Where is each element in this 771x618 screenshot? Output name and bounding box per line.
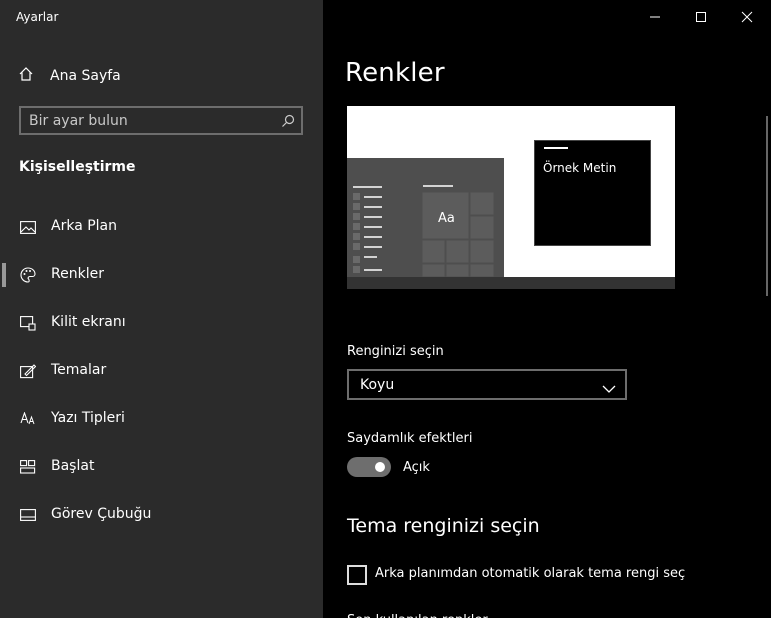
maximize-icon	[695, 8, 707, 27]
sidebar-item-yazi-tipleri[interactable]: Yazı Tipleri	[0, 399, 323, 439]
scrollbar[interactable]	[766, 116, 768, 296]
auto-accent-label: Arka planımdan otomatik olarak tema reng…	[375, 566, 686, 581]
sidebar: Ayarlar Ana Sayfa Kişiselleştirme Arka P…	[0, 0, 323, 618]
sample-window: Örnek Metin	[534, 140, 651, 246]
sidebar-item-label: Kilit ekranı	[51, 314, 126, 330]
close-icon	[741, 8, 753, 27]
minimize-button[interactable]	[632, 0, 678, 34]
search-input[interactable]	[29, 112, 274, 130]
auto-accent-checkbox[interactable]	[347, 565, 367, 585]
dropdown-value: Koyu	[360, 377, 395, 393]
image-icon	[19, 219, 37, 235]
theme-preview: Aa Örnek Metin	[347, 106, 675, 289]
sidebar-item-label: Başlat	[51, 458, 95, 474]
start-icon	[19, 459, 37, 475]
sidebar-item-label: Yazı Tipleri	[51, 410, 125, 426]
sidebar-item-label: Temalar	[51, 362, 107, 378]
sidebar-item-temalar[interactable]: Temalar	[0, 351, 323, 391]
sidebar-item-renkler[interactable]: Renkler	[0, 255, 323, 295]
taskbar-preview	[347, 277, 675, 289]
toggle-knob	[375, 462, 385, 472]
app-title: Ayarlar	[16, 10, 59, 24]
home-icon	[18, 66, 34, 86]
chevron-down-icon	[602, 379, 616, 393]
fonts-icon	[19, 411, 37, 427]
sidebar-item-arka-plan[interactable]: Arka Plan	[0, 207, 323, 247]
sample-text: Örnek Metin	[543, 161, 617, 175]
search-box[interactable]	[19, 106, 303, 135]
section-title: Kişiselleştirme	[19, 159, 136, 175]
sidebar-item-kilit-ekrani[interactable]: Kilit ekranı	[0, 303, 323, 343]
sidebar-item-label: Arka Plan	[51, 218, 118, 234]
search-icon[interactable]	[281, 113, 295, 127]
sidebar-item-label: Renkler	[51, 266, 104, 282]
start-menu-preview	[347, 158, 504, 277]
sidebar-item-baslat[interactable]: Başlat	[0, 447, 323, 487]
sidebar-item-label: Görev Çubuğu	[51, 506, 152, 522]
recent-colors-label: Son kullanılan renkler	[347, 610, 488, 618]
color-mode-dropdown[interactable]: Koyu	[347, 369, 627, 400]
lock-screen-icon	[19, 315, 37, 331]
color-choice-label: Renginizi seçin	[347, 344, 444, 359]
sidebar-item-gorev-cubugu[interactable]: Görev Çubuğu	[0, 495, 323, 535]
tile-sample-text: Aa	[438, 211, 455, 226]
transparency-toggle[interactable]	[347, 457, 391, 477]
home-label: Ana Sayfa	[50, 68, 121, 84]
sample-window-bar	[544, 147, 568, 149]
home-link[interactable]: Ana Sayfa	[18, 64, 121, 88]
taskbar-icon	[19, 507, 37, 523]
minimize-icon	[649, 8, 661, 27]
page-title: Renkler	[345, 58, 445, 88]
close-button[interactable]	[724, 0, 770, 34]
active-indicator	[2, 263, 6, 287]
accent-section-title: Tema renginizi seçin	[347, 515, 540, 537]
palette-icon	[19, 267, 37, 283]
maximize-button[interactable]	[678, 0, 724, 34]
transparency-label: Saydamlık efektleri	[347, 431, 473, 446]
themes-icon	[19, 363, 37, 379]
transparency-state: Açık	[403, 460, 430, 475]
